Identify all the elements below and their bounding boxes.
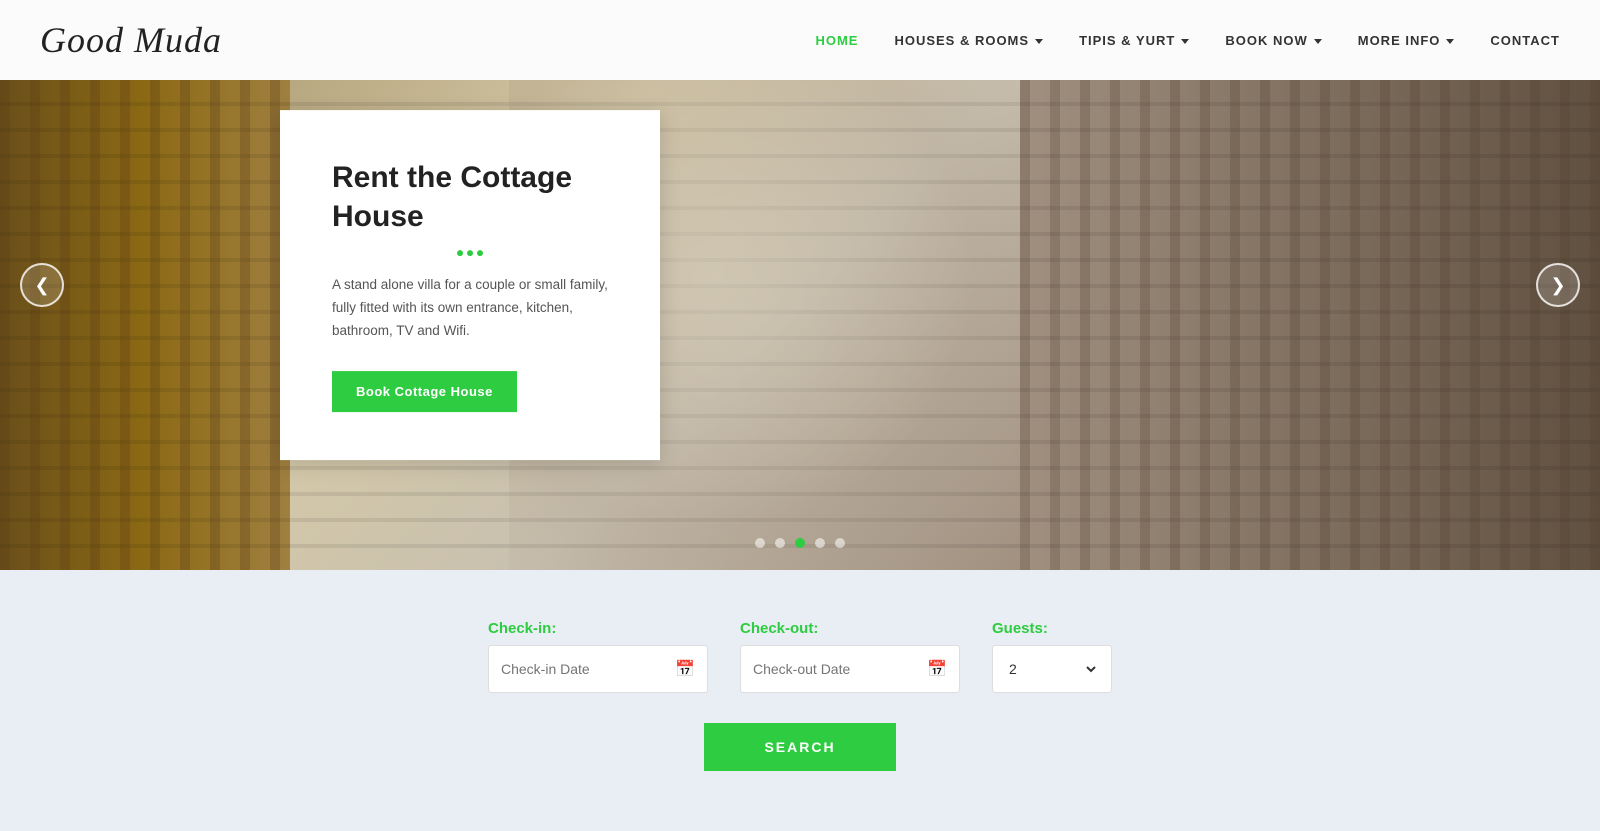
slide-dot-3[interactable] bbox=[795, 538, 805, 548]
nav-chevron-3 bbox=[1314, 39, 1322, 44]
divider-dot-2 bbox=[467, 250, 473, 256]
nav-item-more-info[interactable]: MORE INFO bbox=[1358, 33, 1455, 48]
main-nav: HOME HOUSES & ROOMS TIPIS & YURT BOOK NOW MO… bbox=[815, 33, 1560, 48]
slide-dot-4[interactable] bbox=[815, 538, 825, 548]
divider-dot-1 bbox=[457, 250, 463, 256]
checkout-label: Check-out: bbox=[740, 620, 960, 637]
hero-bg-left bbox=[0, 80, 290, 570]
hero-bg-right bbox=[1020, 80, 1600, 570]
guests-label: Guests: bbox=[992, 620, 1112, 637]
slide-dot-5[interactable] bbox=[835, 538, 845, 548]
nav-item-book-now[interactable]: BOOK NOW bbox=[1225, 33, 1321, 48]
slide-dots bbox=[755, 538, 845, 548]
hero-section: ❮ Rent the Cottage House A stand alone v… bbox=[0, 0, 1600, 570]
slide-dot-1[interactable] bbox=[755, 538, 765, 548]
booking-section: Check-in: 📅 Check-out: 📅 Guests: 1234567… bbox=[0, 570, 1600, 831]
nav-item-houses---rooms[interactable]: HOUSES & ROOMS bbox=[894, 33, 1043, 48]
checkin-calendar-icon: 📅 bbox=[675, 659, 695, 679]
book-cottage-button[interactable]: Book Cottage House bbox=[332, 371, 517, 412]
slide-dot-2[interactable] bbox=[775, 538, 785, 548]
nav-item-tipis---yurt[interactable]: TIPIS & YURT bbox=[1079, 33, 1189, 48]
checkin-input-wrap: 📅 bbox=[488, 645, 708, 693]
next-slide-button[interactable]: ❯ bbox=[1536, 263, 1580, 307]
nav-item-home[interactable]: HOME bbox=[815, 33, 858, 48]
checkin-label: Check-in: bbox=[488, 620, 708, 637]
guests-group: Guests: 12345678 bbox=[992, 620, 1112, 693]
checkin-group: Check-in: 📅 bbox=[488, 620, 708, 693]
nav-chevron-4 bbox=[1446, 39, 1454, 44]
slide-title: Rent the Cottage House bbox=[332, 158, 608, 236]
prev-slide-button[interactable]: ❮ bbox=[20, 263, 64, 307]
search-button[interactable]: SEARCH bbox=[704, 723, 895, 771]
nav-chevron-1 bbox=[1035, 39, 1043, 44]
checkin-input[interactable] bbox=[501, 661, 667, 677]
guests-input-wrap: 12345678 bbox=[992, 645, 1112, 693]
checkout-input-wrap: 📅 bbox=[740, 645, 960, 693]
site-logo[interactable]: Good Muda bbox=[40, 19, 222, 61]
booking-fields: Check-in: 📅 Check-out: 📅 Guests: 1234567… bbox=[488, 620, 1112, 693]
slide-description: A stand alone villa for a couple or smal… bbox=[332, 274, 608, 343]
nav-chevron-2 bbox=[1181, 39, 1189, 44]
checkout-calendar-icon: 📅 bbox=[927, 659, 947, 679]
divider-dot-3 bbox=[477, 250, 483, 256]
slide-divider bbox=[332, 250, 608, 256]
checkout-input[interactable] bbox=[753, 661, 919, 677]
nav-item-contact[interactable]: CONTACT bbox=[1490, 33, 1560, 48]
guests-select[interactable]: 12345678 bbox=[1005, 660, 1099, 678]
site-header: Good Muda HOME HOUSES & ROOMS TIPIS & YURT… bbox=[0, 0, 1600, 80]
checkout-group: Check-out: 📅 bbox=[740, 620, 960, 693]
slide-card: Rent the Cottage House A stand alone vil… bbox=[280, 110, 660, 460]
